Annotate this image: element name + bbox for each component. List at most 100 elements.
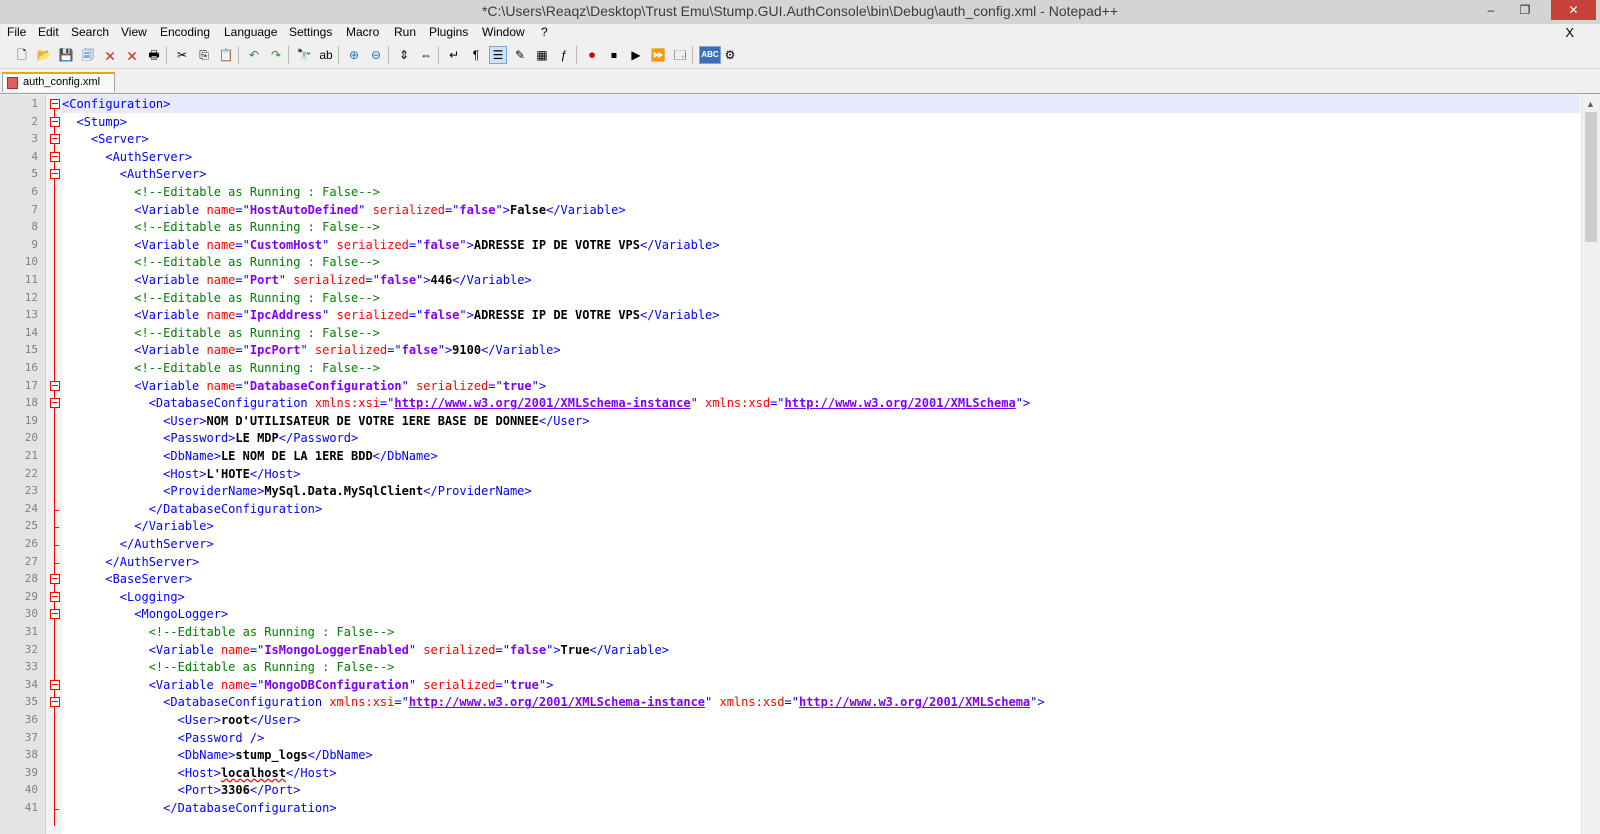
save-macro-icon[interactable]: 🗔	[672, 47, 688, 63]
fold-toggle-icon[interactable]	[50, 169, 60, 180]
close-document-button[interactable]: X	[1565, 25, 1574, 40]
print-icon[interactable]: 🖶	[146, 47, 162, 63]
menu-file[interactable]: File	[7, 25, 26, 39]
code-line[interactable]: <Variable name="CustomHost" serialized="…	[62, 236, 1580, 254]
close-all-icon[interactable]: 🗙	[124, 47, 140, 63]
code-line[interactable]: </DatabaseConfiguration>	[62, 799, 1580, 817]
menu-encoding[interactable]: Encoding	[160, 25, 210, 39]
code-line[interactable]: <!--Editable as Running : False-->	[62, 658, 1580, 676]
zoom-out-icon[interactable]: ⊖	[368, 47, 384, 63]
token-url[interactable]: http://www.w3.org/2001/XMLSchema	[785, 396, 1016, 410]
fold-toggle-icon[interactable]	[50, 398, 60, 409]
minimize-button[interactable]: –	[1476, 0, 1506, 20]
code-line[interactable]: <Variable name="Port" serialized="false"…	[62, 271, 1580, 289]
code-line[interactable]: <!--Editable as Running : False-->	[62, 253, 1580, 271]
code-line[interactable]: </DatabaseConfiguration>	[62, 500, 1580, 518]
code-line[interactable]: <MongoLogger>	[62, 605, 1580, 623]
fold-toggle-icon[interactable]	[50, 380, 60, 391]
code-line[interactable]: <Variable name="DatabaseConfiguration" s…	[62, 377, 1580, 395]
code-line[interactable]: <DbName>LE NOM DE LA 1ERE BDD</DbName>	[62, 447, 1580, 465]
fold-toggle-icon[interactable]	[50, 697, 60, 708]
code-line[interactable]: <Variable name="HostAutoDefined" seriali…	[62, 201, 1580, 219]
fold-toggle-icon[interactable]	[50, 116, 60, 127]
save-icon[interactable]: 💾	[58, 47, 74, 63]
vertical-scrollbar[interactable]: ▲	[1581, 95, 1600, 834]
code-line[interactable]: <!--Editable as Running : False-->	[62, 218, 1580, 236]
open-file-icon[interactable]: 📂	[36, 47, 52, 63]
code-line[interactable]: <Stump>	[62, 113, 1580, 131]
code-line[interactable]: </AuthServer>	[62, 535, 1580, 553]
menu-view[interactable]: View	[121, 25, 147, 39]
copy-icon[interactable]: ⎘	[196, 47, 212, 63]
code-line[interactable]: <Configuration>	[62, 95, 1580, 113]
undo-icon[interactable]: ↶	[246, 47, 262, 63]
indent-guide-icon[interactable]: ☰	[489, 46, 507, 64]
close-window-button[interactable]: ✕	[1551, 0, 1596, 20]
spell-settings-icon[interactable]: ⚙	[722, 47, 738, 63]
play-macro-icon[interactable]: ▶	[628, 47, 644, 63]
code-line[interactable]: <!--Editable as Running : False-->	[62, 324, 1580, 342]
code-line[interactable]: <!--Editable as Running : False-->	[62, 359, 1580, 377]
code-line[interactable]: <Variable name="IsMongoLoggerEnabled" se…	[62, 641, 1580, 659]
zoom-in-icon[interactable]: ⊕	[346, 47, 362, 63]
code-line[interactable]: <Server>	[62, 130, 1580, 148]
code-line[interactable]: <User>NOM D'UTILISATEUR DE VOTRE 1ERE BA…	[62, 412, 1580, 430]
menu-settings[interactable]: Settings	[289, 25, 332, 39]
record-macro-icon[interactable]: ⏺	[584, 47, 600, 63]
code-line[interactable]: <User>root</User>	[62, 711, 1580, 729]
fold-toggle-icon[interactable]	[50, 591, 60, 602]
code-line[interactable]: <!--Editable as Running : False-->	[62, 623, 1580, 641]
paste-icon[interactable]: 📋	[218, 47, 234, 63]
menu-language[interactable]: Language	[224, 25, 277, 39]
code-line[interactable]: <!--Editable as Running : False-->	[62, 183, 1580, 201]
code-line[interactable]: <Host>localhost</Host>	[62, 764, 1580, 782]
code-line[interactable]: <Password>LE MDP</Password>	[62, 429, 1580, 447]
code-line[interactable]: <Host>L'HOTE</Host>	[62, 465, 1580, 483]
code-line[interactable]: <Password />	[62, 729, 1580, 747]
code-line[interactable]: <Variable name="MongoDBConfiguration" se…	[62, 676, 1580, 694]
user-language-icon[interactable]: ✎	[512, 47, 528, 63]
code-line[interactable]: <AuthServer>	[62, 148, 1580, 166]
word-wrap-icon[interactable]: ↵	[446, 47, 462, 63]
sync-vertical-icon[interactable]: ⇕	[396, 47, 412, 63]
stop-macro-icon[interactable]: ⏹	[606, 47, 622, 63]
token-url[interactable]: http://www.w3.org/2001/XMLSchema-instanc…	[409, 695, 705, 709]
code-line[interactable]: <Variable name="IpcAddress" serialized="…	[62, 306, 1580, 324]
save-all-icon[interactable]: 🗐	[80, 47, 96, 63]
menu-run[interactable]: Run	[394, 25, 416, 39]
scrollbar-thumb[interactable]	[1585, 112, 1597, 242]
spell-check-icon[interactable]: ABC	[699, 46, 721, 64]
fold-toggle-icon[interactable]	[50, 151, 60, 162]
fold-toggle-icon[interactable]	[50, 134, 60, 145]
tab-auth-config[interactable]: auth_config.xml	[2, 72, 115, 92]
fold-margin[interactable]	[46, 95, 62, 834]
maximize-button[interactable]: ❐	[1510, 0, 1540, 20]
replace-icon[interactable]: ab	[318, 47, 334, 63]
token-url[interactable]: http://www.w3.org/2001/XMLSchema-instanc…	[394, 396, 690, 410]
cut-icon[interactable]: ✂	[174, 47, 190, 63]
code-line[interactable]: <ProviderName>MySql.Data.MySqlClient</Pr…	[62, 482, 1580, 500]
doc-map-icon[interactable]: ▦	[534, 47, 550, 63]
code-line[interactable]: <Port>3306</Port>	[62, 781, 1580, 799]
find-icon[interactable]: 🔭	[296, 47, 312, 63]
token-url[interactable]: http://www.w3.org/2001/XMLSchema	[799, 695, 1030, 709]
code-line[interactable]: <DatabaseConfiguration xmlns:xsi="http:/…	[62, 693, 1580, 711]
code-line[interactable]: <BaseServer>	[62, 570, 1580, 588]
redo-icon[interactable]: ↷	[268, 47, 284, 63]
code-line[interactable]: <DatabaseConfiguration xmlns:xsi="http:/…	[62, 394, 1580, 412]
menu-edit[interactable]: Edit	[38, 25, 59, 39]
menu-window[interactable]: Window	[482, 25, 525, 39]
close-icon[interactable]: 🗙	[102, 47, 118, 63]
code-line[interactable]: </AuthServer>	[62, 553, 1580, 571]
fold-toggle-icon[interactable]	[50, 609, 60, 620]
fold-toggle-icon[interactable]	[50, 99, 60, 109]
sync-horizontal-icon[interactable]: ⇔	[418, 47, 434, 63]
show-all-chars-icon[interactable]: ¶	[468, 47, 484, 63]
menu-plugins[interactable]: Plugins	[429, 25, 468, 39]
menu-macro[interactable]: Macro	[346, 25, 379, 39]
code-line[interactable]: <!--Editable as Running : False-->	[62, 289, 1580, 307]
code-area[interactable]: <Configuration> <Stump> <Server> <AuthSe…	[62, 95, 1580, 834]
new-file-icon[interactable]: 🗋	[14, 47, 30, 63]
fold-toggle-icon[interactable]	[50, 574, 60, 585]
scroll-up-icon[interactable]: ▲	[1586, 99, 1595, 109]
